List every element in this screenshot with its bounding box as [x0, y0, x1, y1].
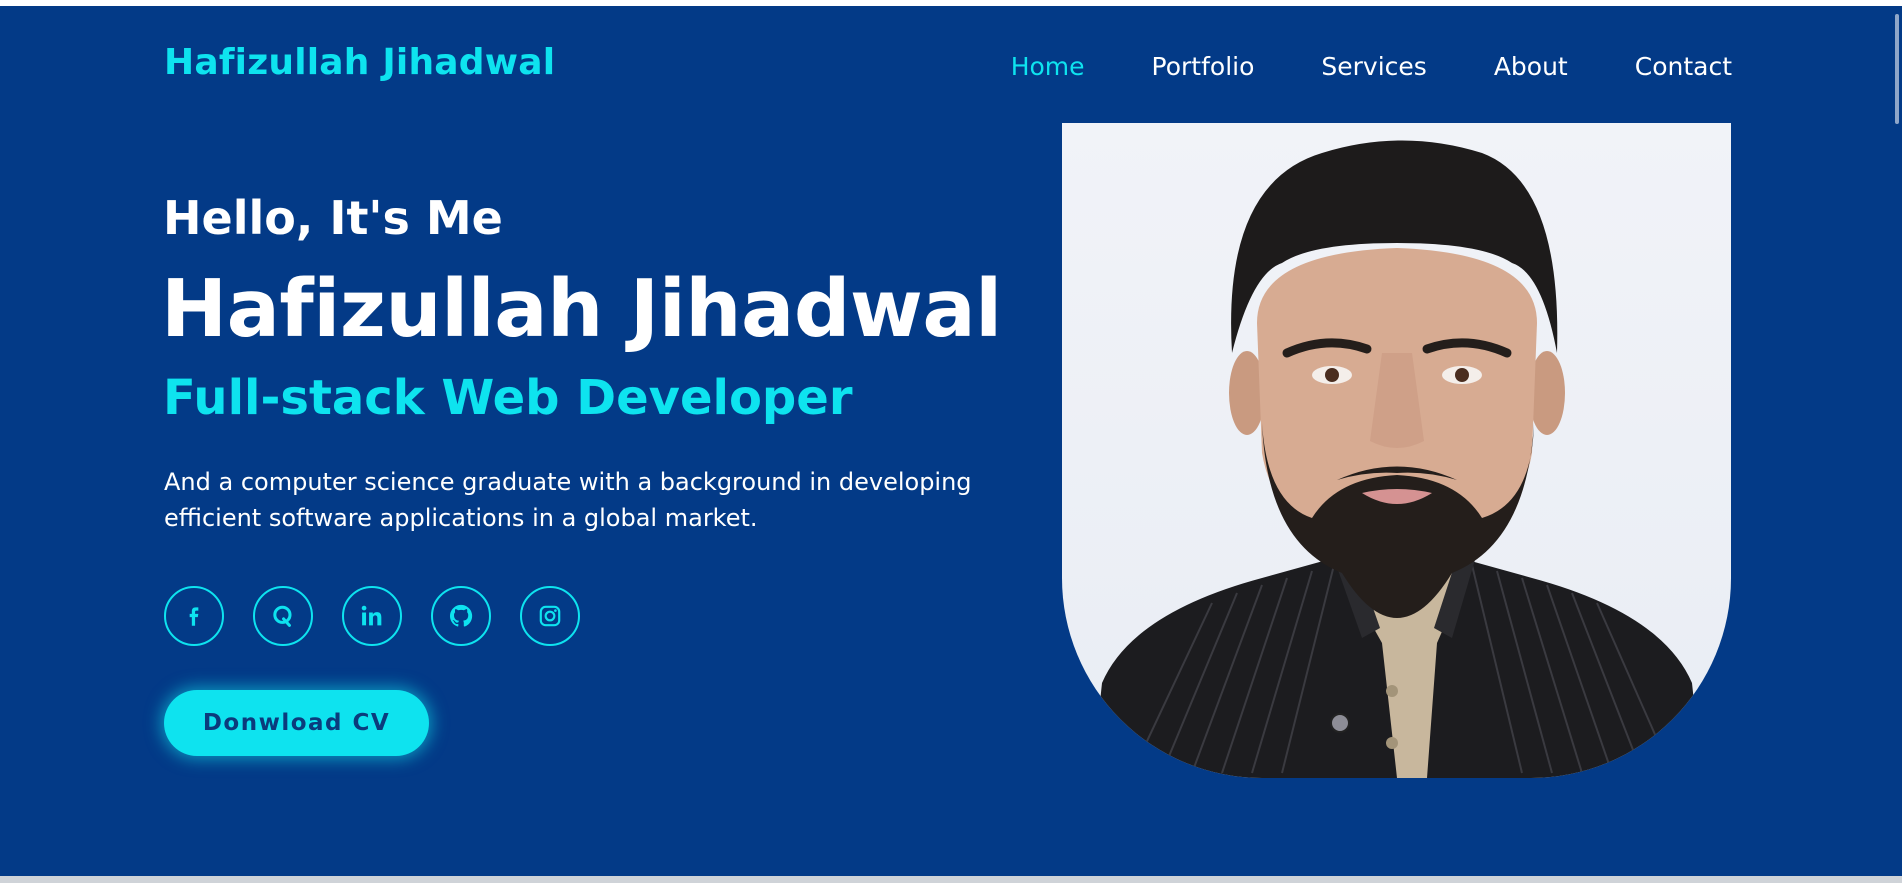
facebook-icon — [181, 603, 207, 629]
social-links — [164, 586, 580, 646]
nav-services[interactable]: Services — [1321, 52, 1426, 81]
scrollbar-thumb[interactable] — [1895, 14, 1899, 124]
name-heading: Hafizullah Jihadwal — [161, 263, 1002, 355]
next-section-edge — [0, 876, 1902, 883]
quora-link[interactable] — [253, 586, 313, 646]
quora-icon — [269, 602, 297, 630]
instagram-icon — [537, 603, 563, 629]
site-logo[interactable]: Hafizullah Jihadwal — [164, 42, 555, 83]
vertical-scrollbar[interactable] — [1884, 6, 1902, 876]
nav-home[interactable]: Home — [1011, 52, 1085, 81]
download-cv-button[interactable]: Donwload CV — [164, 690, 429, 756]
profile-photo — [1062, 123, 1731, 778]
main-nav: Home Portfolio Services About Contact — [1011, 52, 1732, 81]
greeting-heading: Hello, It's Me — [163, 191, 503, 245]
description-line: efficient software applications in a glo… — [164, 504, 758, 532]
description-line: And a computer science graduate with a b… — [164, 468, 972, 496]
nav-contact[interactable]: Contact — [1635, 52, 1732, 81]
role-heading: Full-stack Web Developer — [163, 370, 853, 426]
hero-section: Hafizullah Jihadwal Home Portfolio Servi… — [0, 6, 1884, 876]
github-link[interactable] — [431, 586, 491, 646]
browser-viewport: Hafizullah Jihadwal Home Portfolio Servi… — [0, 0, 1902, 883]
linkedin-icon — [358, 602, 386, 630]
instagram-link[interactable] — [520, 586, 580, 646]
nav-about[interactable]: About — [1494, 52, 1568, 81]
github-icon — [447, 602, 475, 630]
linkedin-link[interactable] — [342, 586, 402, 646]
facebook-link[interactable] — [164, 586, 224, 646]
nav-portfolio[interactable]: Portfolio — [1152, 52, 1255, 81]
hero-description: And a computer science graduate with a b… — [164, 464, 1014, 536]
